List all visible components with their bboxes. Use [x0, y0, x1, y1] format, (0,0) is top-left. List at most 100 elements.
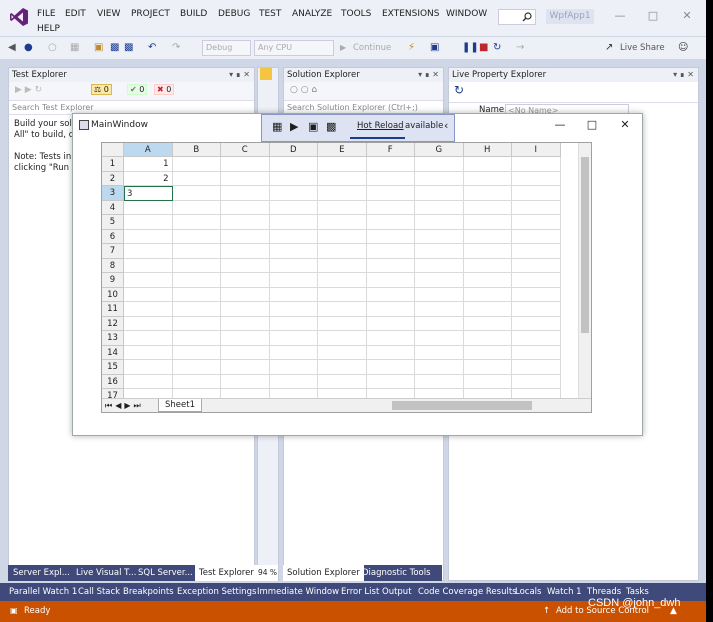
grid-cell[interactable]	[221, 244, 270, 259]
tab-exception-settings[interactable]: Exception Settings	[177, 583, 256, 601]
grid-cell[interactable]	[512, 316, 561, 331]
grid-cell[interactable]	[269, 186, 318, 201]
grid-cell[interactable]	[124, 200, 173, 215]
menu-extensions[interactable]: EXTENSIONS	[382, 9, 440, 19]
grid-cell[interactable]	[221, 258, 270, 273]
display-adorners-icon[interactable]: ▣	[308, 120, 318, 133]
scrollbar-thumb[interactable]	[581, 157, 589, 333]
column-header[interactable]: A	[124, 143, 173, 157]
grid-cell[interactable]	[221, 171, 270, 186]
menu-test[interactable]: TEST	[259, 9, 281, 19]
grid-cell[interactable]	[366, 258, 415, 273]
column-header[interactable]: F	[366, 143, 415, 157]
grid-cell[interactable]	[415, 302, 464, 317]
row-header[interactable]: 13	[102, 331, 124, 346]
tab-error-list[interactable]: Error List	[341, 583, 379, 601]
grid-cell[interactable]	[366, 331, 415, 346]
grid-cell[interactable]	[172, 273, 221, 288]
grid-cell[interactable]	[172, 200, 221, 215]
row-header[interactable]: 5	[102, 215, 124, 230]
grid-cell[interactable]	[512, 331, 561, 346]
pane-close-icon[interactable]: ▾ ∎ ✕	[673, 68, 694, 82]
grid-cell[interactable]	[463, 273, 512, 288]
sheet-tab[interactable]: Sheet1	[158, 399, 202, 412]
row-header[interactable]: 7	[102, 244, 124, 259]
column-header[interactable]: E	[318, 143, 367, 157]
grid-cell[interactable]	[221, 287, 270, 302]
grid-cell[interactable]	[512, 200, 561, 215]
track-focus-icon[interactable]: ▩	[326, 120, 336, 133]
refresh-icon[interactable]: ↻	[454, 83, 464, 97]
continue-button[interactable]: Continue	[353, 40, 391, 56]
row-header[interactable]: 14	[102, 345, 124, 360]
row-header[interactable]: 11	[102, 302, 124, 317]
grid-cell[interactable]	[221, 229, 270, 244]
grid-cell[interactable]	[124, 258, 173, 273]
row-header[interactable]: 9	[102, 273, 124, 288]
row-header[interactable]: 4	[102, 200, 124, 215]
row-header[interactable]: 6	[102, 229, 124, 244]
new-project-icon[interactable]: ▦	[70, 40, 79, 56]
column-header[interactable]: D	[269, 143, 318, 157]
column-header[interactable]: C	[221, 143, 270, 157]
home-icon[interactable]: ○ ○ ⌂	[290, 85, 317, 95]
grid-cell[interactable]	[512, 186, 561, 201]
grid-cell[interactable]	[366, 229, 415, 244]
live-share-button[interactable]: Live Share	[620, 40, 665, 56]
maximize-icon[interactable]: □	[581, 117, 603, 133]
go-to-live-visual-tree-icon[interactable]: ▦	[272, 120, 282, 133]
grid-cell[interactable]	[221, 200, 270, 215]
grid-cell[interactable]	[463, 374, 512, 389]
live-share-icon[interactable]: ↗	[605, 40, 613, 56]
grid-cell[interactable]	[463, 302, 512, 317]
grid-cell[interactable]	[512, 360, 561, 375]
grid-cell[interactable]	[172, 244, 221, 259]
tab-locals[interactable]: Locals	[515, 583, 541, 601]
grid-cell[interactable]	[172, 229, 221, 244]
grid-cell[interactable]	[172, 186, 221, 201]
tab-sql-server[interactable]: SQL Server...	[134, 565, 197, 581]
column-header[interactable]: G	[415, 143, 464, 157]
tab-test-explorer[interactable]: Test Explorer	[195, 565, 258, 581]
grid-cell[interactable]	[172, 360, 221, 375]
close-icon[interactable]: ✕	[676, 8, 698, 24]
grid-cell[interactable]	[269, 360, 318, 375]
grid-cell[interactable]	[124, 273, 173, 288]
grid-cell[interactable]	[269, 157, 318, 172]
minimize-icon[interactable]: —	[609, 8, 631, 24]
grid-cell[interactable]	[415, 360, 464, 375]
grid-cell[interactable]	[415, 287, 464, 302]
grid-cell[interactable]	[221, 331, 270, 346]
save-all-icon[interactable]: ▩	[124, 40, 133, 56]
hot-reload-link[interactable]: Hot Reload	[357, 121, 404, 131]
row-header[interactable]: 2	[102, 171, 124, 186]
grid-cell[interactable]	[415, 345, 464, 360]
back-icon[interactable]: ◀	[8, 40, 16, 56]
hot-reload-tab-icon[interactable]	[260, 68, 272, 80]
grid-cell[interactable]	[463, 287, 512, 302]
grid-cell[interactable]	[512, 258, 561, 273]
grid-cell[interactable]	[318, 157, 367, 172]
column-header[interactable]: I	[512, 143, 561, 157]
grid-cell[interactable]	[269, 258, 318, 273]
grid-cell[interactable]	[269, 302, 318, 317]
grid-cell[interactable]	[269, 200, 318, 215]
close-icon[interactable]: ✕	[614, 117, 636, 133]
grid-cell[interactable]	[318, 273, 367, 288]
zoom-level[interactable]: 94 %	[257, 565, 279, 581]
horizontal-scrollbar-thumb[interactable]	[392, 401, 532, 410]
search-box[interactable]	[498, 9, 536, 25]
grid-cell[interactable]: 1	[124, 157, 173, 172]
menu-debug[interactable]: DEBUG	[218, 9, 250, 19]
grid-cell[interactable]	[172, 157, 221, 172]
grid-cell[interactable]	[318, 316, 367, 331]
grid-cell[interactable]	[415, 316, 464, 331]
grid-cell[interactable]	[221, 273, 270, 288]
grid-cell[interactable]	[318, 200, 367, 215]
grid-cell[interactable]	[269, 215, 318, 230]
grid-cell[interactable]	[463, 229, 512, 244]
row-header[interactable]: 1	[102, 157, 124, 172]
hot-reload-icon[interactable]: ⚡	[408, 40, 415, 56]
sheet-nav-icon[interactable]: ⏮◀▶⏭	[105, 399, 144, 412]
menu-analyze[interactable]: ANALYZE	[292, 9, 332, 19]
